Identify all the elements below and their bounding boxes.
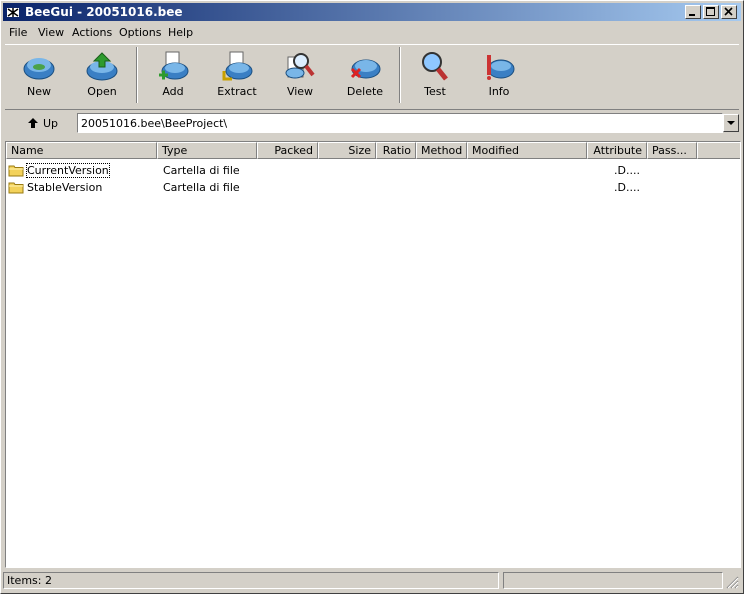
column-header-type[interactable]: Type (157, 142, 257, 159)
toolbar-separator (136, 47, 138, 103)
column-header-filler (697, 142, 740, 159)
delete-button[interactable]: Delete (337, 51, 393, 103)
list-item[interactable]: CurrentVersion Cartella di file .D.... (6, 162, 740, 178)
column-header-method[interactable]: Method (416, 142, 467, 159)
extract-button[interactable]: Extract (209, 51, 265, 103)
column-header-packed[interactable]: Packed (257, 142, 318, 159)
maximize-button[interactable] (703, 5, 719, 19)
file-list[interactable]: Name Type Packed Size Ratio Method Modif… (5, 141, 741, 568)
menu-actions[interactable]: Actions (72, 26, 112, 39)
column-header-ratio[interactable]: Ratio (376, 142, 416, 159)
up-arrow-icon (28, 118, 38, 128)
toolbar: New Open Add Extract View Delete Test In… (5, 44, 739, 105)
resize-grip-icon[interactable] (725, 575, 739, 589)
path-dropdown-button[interactable] (723, 114, 739, 132)
up-button[interactable]: Up (21, 116, 69, 132)
menu-view[interactable]: View (38, 26, 64, 39)
open-archive-icon (86, 52, 118, 81)
close-button[interactable] (721, 5, 737, 19)
close-icon (724, 7, 733, 16)
info-label: Info (488, 85, 510, 98)
test-archive-icon (422, 52, 448, 81)
new-label: New (27, 85, 51, 98)
chevron-down-icon (727, 121, 735, 125)
add-label: Add (162, 85, 184, 98)
item-name: CurrentVersion (26, 163, 110, 178)
new-archive-icon (23, 58, 55, 80)
column-header-size[interactable]: Size (318, 142, 376, 159)
menu-help[interactable]: Help (168, 26, 193, 39)
column-header-attribute[interactable]: Attribute (587, 142, 647, 159)
menu-options[interactable]: Options (119, 26, 161, 39)
toolbar-separator (399, 47, 401, 103)
delete-files-icon (350, 59, 381, 79)
view-file-icon (285, 53, 315, 79)
minimize-button[interactable] (685, 5, 701, 19)
status-panel (503, 572, 723, 589)
address-bar: Up 20051016.bee\BeeProject\ (5, 109, 739, 138)
test-label: Test (424, 85, 446, 98)
info-button[interactable]: Info (471, 51, 527, 103)
window-title: BeeGui - 20051016.bee (25, 5, 183, 19)
up-label: Up (43, 117, 59, 130)
maximize-icon (706, 7, 715, 16)
menu-file[interactable]: File (9, 26, 27, 39)
title-bar[interactable]: BeeGui - 20051016.bee (3, 3, 741, 21)
add-button[interactable]: Add (145, 51, 201, 103)
list-item[interactable]: StableVersion Cartella di file .D.... (6, 179, 740, 195)
add-files-icon (159, 51, 189, 80)
main-window: BeeGui - 20051016.bee File View Actions … (0, 0, 744, 594)
path-combobox[interactable]: 20051016.bee\BeeProject\ (77, 113, 723, 133)
column-header-name[interactable]: Name (6, 142, 157, 159)
item-type: Cartella di file (163, 164, 240, 177)
path-value: 20051016.bee\BeeProject\ (81, 117, 228, 130)
folder-icon (8, 182, 24, 194)
item-attribute: .D.... (614, 181, 640, 194)
info-icon (487, 55, 515, 80)
item-name: StableVersion (27, 181, 103, 194)
folder-icon (8, 165, 24, 177)
new-button[interactable]: New (11, 51, 67, 103)
item-attribute: .D.... (614, 164, 640, 177)
status-items-count: Items: 2 (3, 572, 499, 589)
extract-label: Extract (217, 85, 257, 98)
view-button[interactable]: View (272, 51, 328, 103)
view-label: View (286, 85, 314, 98)
column-header-password[interactable]: Pass... (647, 142, 697, 159)
open-button[interactable]: Open (74, 51, 130, 103)
delete-label: Delete (346, 85, 384, 98)
open-label: Open (87, 85, 117, 98)
extract-files-icon (222, 51, 253, 81)
test-button[interactable]: Test (407, 51, 463, 103)
list-header: Name Type Packed Size Ratio Method Modif… (6, 142, 740, 159)
status-bar: Items: 2 (3, 571, 741, 591)
item-type: Cartella di file (163, 181, 240, 194)
minimize-icon (689, 14, 695, 16)
bee-app-icon (7, 8, 19, 17)
menu-bar: File View Actions Options Help (3, 23, 741, 42)
column-header-modified[interactable]: Modified (467, 142, 587, 159)
